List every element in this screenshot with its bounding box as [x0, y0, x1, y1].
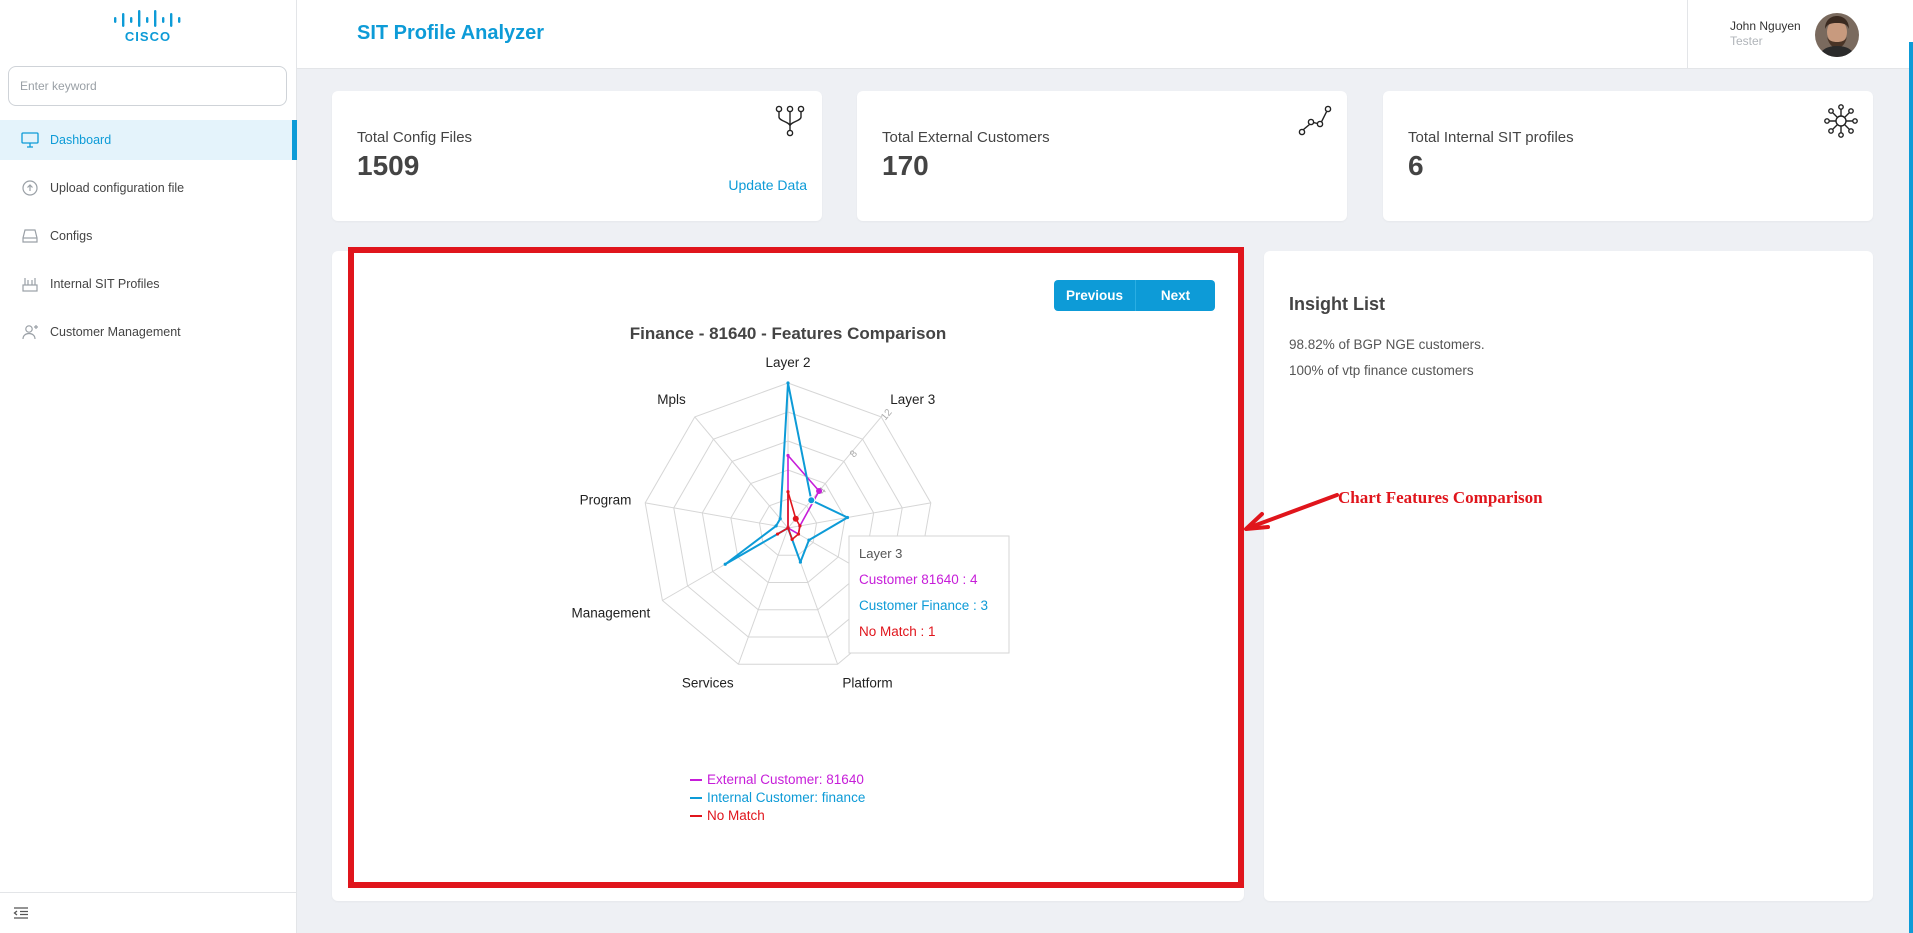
- nodes-path-icon: [1298, 105, 1332, 136]
- sidebar-item-label: Dashboard: [50, 133, 112, 147]
- cisco-logo[interactable]: CISCO: [113, 8, 183, 44]
- sidebar-item-customer-management[interactable]: Customer Management: [0, 312, 297, 352]
- top-header: SIT Profile Analyzer John Nguyen Tester: [297, 0, 1913, 69]
- sidebar-item-label: Internal SIT Profiles: [50, 277, 160, 291]
- drive-icon: [21, 227, 39, 245]
- insight-title: Insight List: [1289, 294, 1385, 314]
- stat-card-config-files: Total Config Files 1509 Update Data: [332, 91, 822, 221]
- annotation-label: Chart Features Comparison: [1338, 488, 1543, 507]
- sidebar-item-configs[interactable]: Configs: [0, 216, 297, 256]
- stat-label: Total Internal SIT profiles: [1408, 129, 1574, 146]
- sidebar-item-dashboard[interactable]: Dashboard: [0, 120, 297, 160]
- monitor-icon: [21, 131, 39, 149]
- router-icon: [21, 275, 39, 293]
- insight-card: Insight List 98.82% of BGP NGE customers…: [1264, 251, 1873, 901]
- upload-icon: [21, 179, 39, 197]
- stat-card-internal-sit-profiles: Total Internal SIT profiles 6: [1383, 91, 1873, 221]
- update-data-link[interactable]: Update Data: [728, 177, 807, 193]
- network-hub-icon: [1824, 104, 1858, 138]
- collapse-sidebar-icon[interactable]: [13, 905, 29, 921]
- stat-value: 170: [882, 150, 929, 181]
- scrollbar-edge[interactable]: [1909, 42, 1913, 933]
- stat-value: 1509: [357, 150, 420, 181]
- annotation-frame: [348, 247, 1244, 888]
- stat-label: Total Config Files: [357, 129, 473, 146]
- sidebar-item-label: Upload configuration file: [50, 181, 185, 195]
- app-title: SIT Profile Analyzer: [357, 22, 545, 44]
- stat-card-external-customers: Total External Customers 170: [857, 91, 1347, 221]
- avatar[interactable]: [1815, 13, 1859, 57]
- sidebar-item-label: Configs: [50, 229, 93, 243]
- stat-value: 6: [1408, 150, 1424, 181]
- search-input[interactable]: [8, 66, 287, 106]
- stat-label: Total External Customers: [882, 129, 1050, 146]
- sidebar-item-upload[interactable]: Upload configuration file: [0, 168, 297, 208]
- sidebar-footer: [0, 892, 297, 933]
- insight-item: 98.82% of BGP NGE customers.: [1289, 337, 1485, 352]
- fork-icon: [775, 105, 805, 137]
- sidebar-nav: Dashboard Upload configuration file Conf…: [0, 120, 297, 360]
- sidebar: CISCO Dashboard Upload configuration fil…: [0, 0, 297, 933]
- logo-text: CISCO: [125, 29, 171, 44]
- add-user-icon: [21, 323, 39, 341]
- sidebar-item-internal-sit-profiles[interactable]: Internal SIT Profiles: [0, 264, 297, 304]
- user-role: Tester: [1730, 34, 1763, 48]
- annotation-arrow-icon: [1244, 493, 1339, 531]
- user-name: John Nguyen: [1730, 19, 1801, 33]
- insight-item: 100% of vtp finance customers: [1289, 363, 1474, 378]
- sidebar-item-label: Customer Management: [50, 325, 181, 339]
- user-menu[interactable]: John Nguyen Tester: [1687, 0, 1913, 69]
